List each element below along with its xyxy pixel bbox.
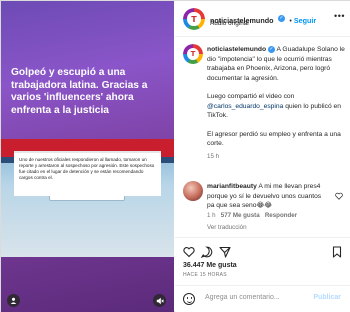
- audio-label[interactable]: Audio original: [210, 20, 249, 27]
- mute-icon[interactable]: [153, 294, 166, 307]
- comment-input[interactable]: Agrega un comentario...: [205, 294, 280, 301]
- media-quote: Uno de nuestros oficiales respondieron a…: [14, 151, 161, 196]
- post-dialog: Golpeó y escupió a una trabajadora latin…: [0, 0, 350, 312]
- comment-translate-link[interactable]: Ver traducción: [207, 224, 247, 231]
- post-comment-button[interactable]: Publicar: [313, 294, 341, 301]
- emoji-icon[interactable]: [183, 293, 195, 305]
- comment-like-icon[interactable]: [335, 192, 343, 202]
- post-date: HACE 15 HORAS: [183, 272, 227, 278]
- post-actions: [175, 237, 350, 277]
- comment-meta: 1 h 577 Me gusta Responder: [207, 212, 297, 219]
- reply-button[interactable]: Responder: [265, 212, 297, 219]
- caption-text-2-prefix: Luego compartió el video con: [207, 93, 295, 100]
- commenter-avatar[interactable]: [183, 181, 203, 201]
- share-icon[interactable]: [219, 245, 231, 258]
- more-options-icon[interactable]: •••: [334, 11, 345, 21]
- caption-text-3: El agresor perdió su empleo y enfrenta a…: [207, 130, 341, 148]
- post-media[interactable]: Golpeó y escupió a una trabajadora latin…: [1, 1, 174, 312]
- like-icon[interactable]: [183, 245, 195, 258]
- verified-badge-icon: ✓: [267, 45, 275, 53]
- comment: marianfitbeauty A mi me llevan pres4 por…: [207, 182, 327, 211]
- media-headline: Golpeó y escupió a una trabajadora latin…: [11, 67, 148, 116]
- comment-time: 1 h: [207, 212, 216, 219]
- save-icon[interactable]: [331, 245, 343, 258]
- caption-time: 15 h: [207, 152, 220, 160]
- verified-badge-icon: ✓: [277, 15, 285, 23]
- caption-mention-link[interactable]: @carlos_eduardo_espina: [207, 103, 283, 110]
- telemundo-logo-icon: T: [183, 8, 205, 30]
- comment-username[interactable]: marianfitbeauty: [207, 183, 257, 190]
- account-avatar[interactable]: T: [183, 8, 205, 30]
- post-details: T noticiastelemundo ✓ • Seguir Audio ori…: [175, 1, 350, 312]
- follow-button[interactable]: Seguir: [294, 16, 316, 25]
- telemundo-logo-icon: T: [183, 44, 203, 64]
- caption: noticiastelemundo ✓ A Guadalupe Solano l…: [207, 45, 345, 161]
- comment-likes[interactable]: 577 Me gusta: [221, 212, 260, 219]
- like-count[interactable]: 36.447 Me gusta: [183, 262, 237, 269]
- comment-icon[interactable]: [200, 245, 213, 259]
- add-comment-bar: Agrega un comentario... Publicar: [175, 285, 350, 312]
- caption-username[interactable]: noticiastelemundo: [207, 46, 266, 53]
- post-header: T noticiastelemundo ✓ • Seguir Audio ori…: [175, 1, 350, 37]
- user-tag-icon[interactable]: [7, 294, 20, 307]
- caption-avatar[interactable]: T: [183, 44, 203, 64]
